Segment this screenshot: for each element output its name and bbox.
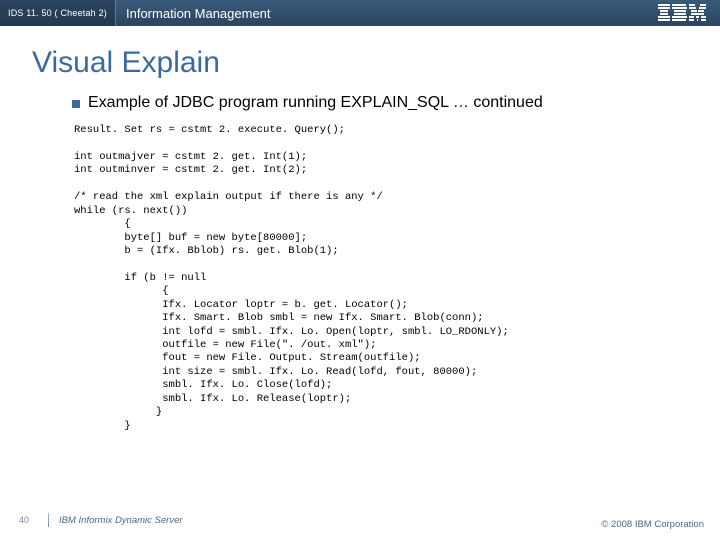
footer-separator bbox=[48, 513, 49, 527]
bullet-item: Example of JDBC program running EXPLAIN_… bbox=[72, 94, 680, 112]
slide: IDS 11. 50 ( Cheetah 2) Information Mana… bbox=[0, 0, 720, 540]
code-block: Result. Set rs = cstmt 2. execute. Query… bbox=[72, 124, 680, 433]
page-number: 40 bbox=[0, 515, 48, 525]
bullet-square-icon bbox=[72, 100, 80, 108]
slide-title: Visual Explain bbox=[0, 26, 720, 86]
bullet-text: Example of JDBC program running EXPLAIN_… bbox=[88, 94, 543, 112]
header-group: Information Management bbox=[116, 6, 271, 21]
footer-copyright: © 2008 IBM Corporation bbox=[601, 519, 704, 530]
footer-product: IBM Informix Dynamic Server bbox=[59, 515, 183, 526]
content-area: Example of JDBC program running EXPLAIN_… bbox=[0, 86, 720, 433]
header-product: IDS 11. 50 ( Cheetah 2) bbox=[0, 0, 116, 26]
ibm-logo-icon bbox=[658, 4, 706, 22]
header-bar: IDS 11. 50 ( Cheetah 2) Information Mana… bbox=[0, 0, 720, 26]
